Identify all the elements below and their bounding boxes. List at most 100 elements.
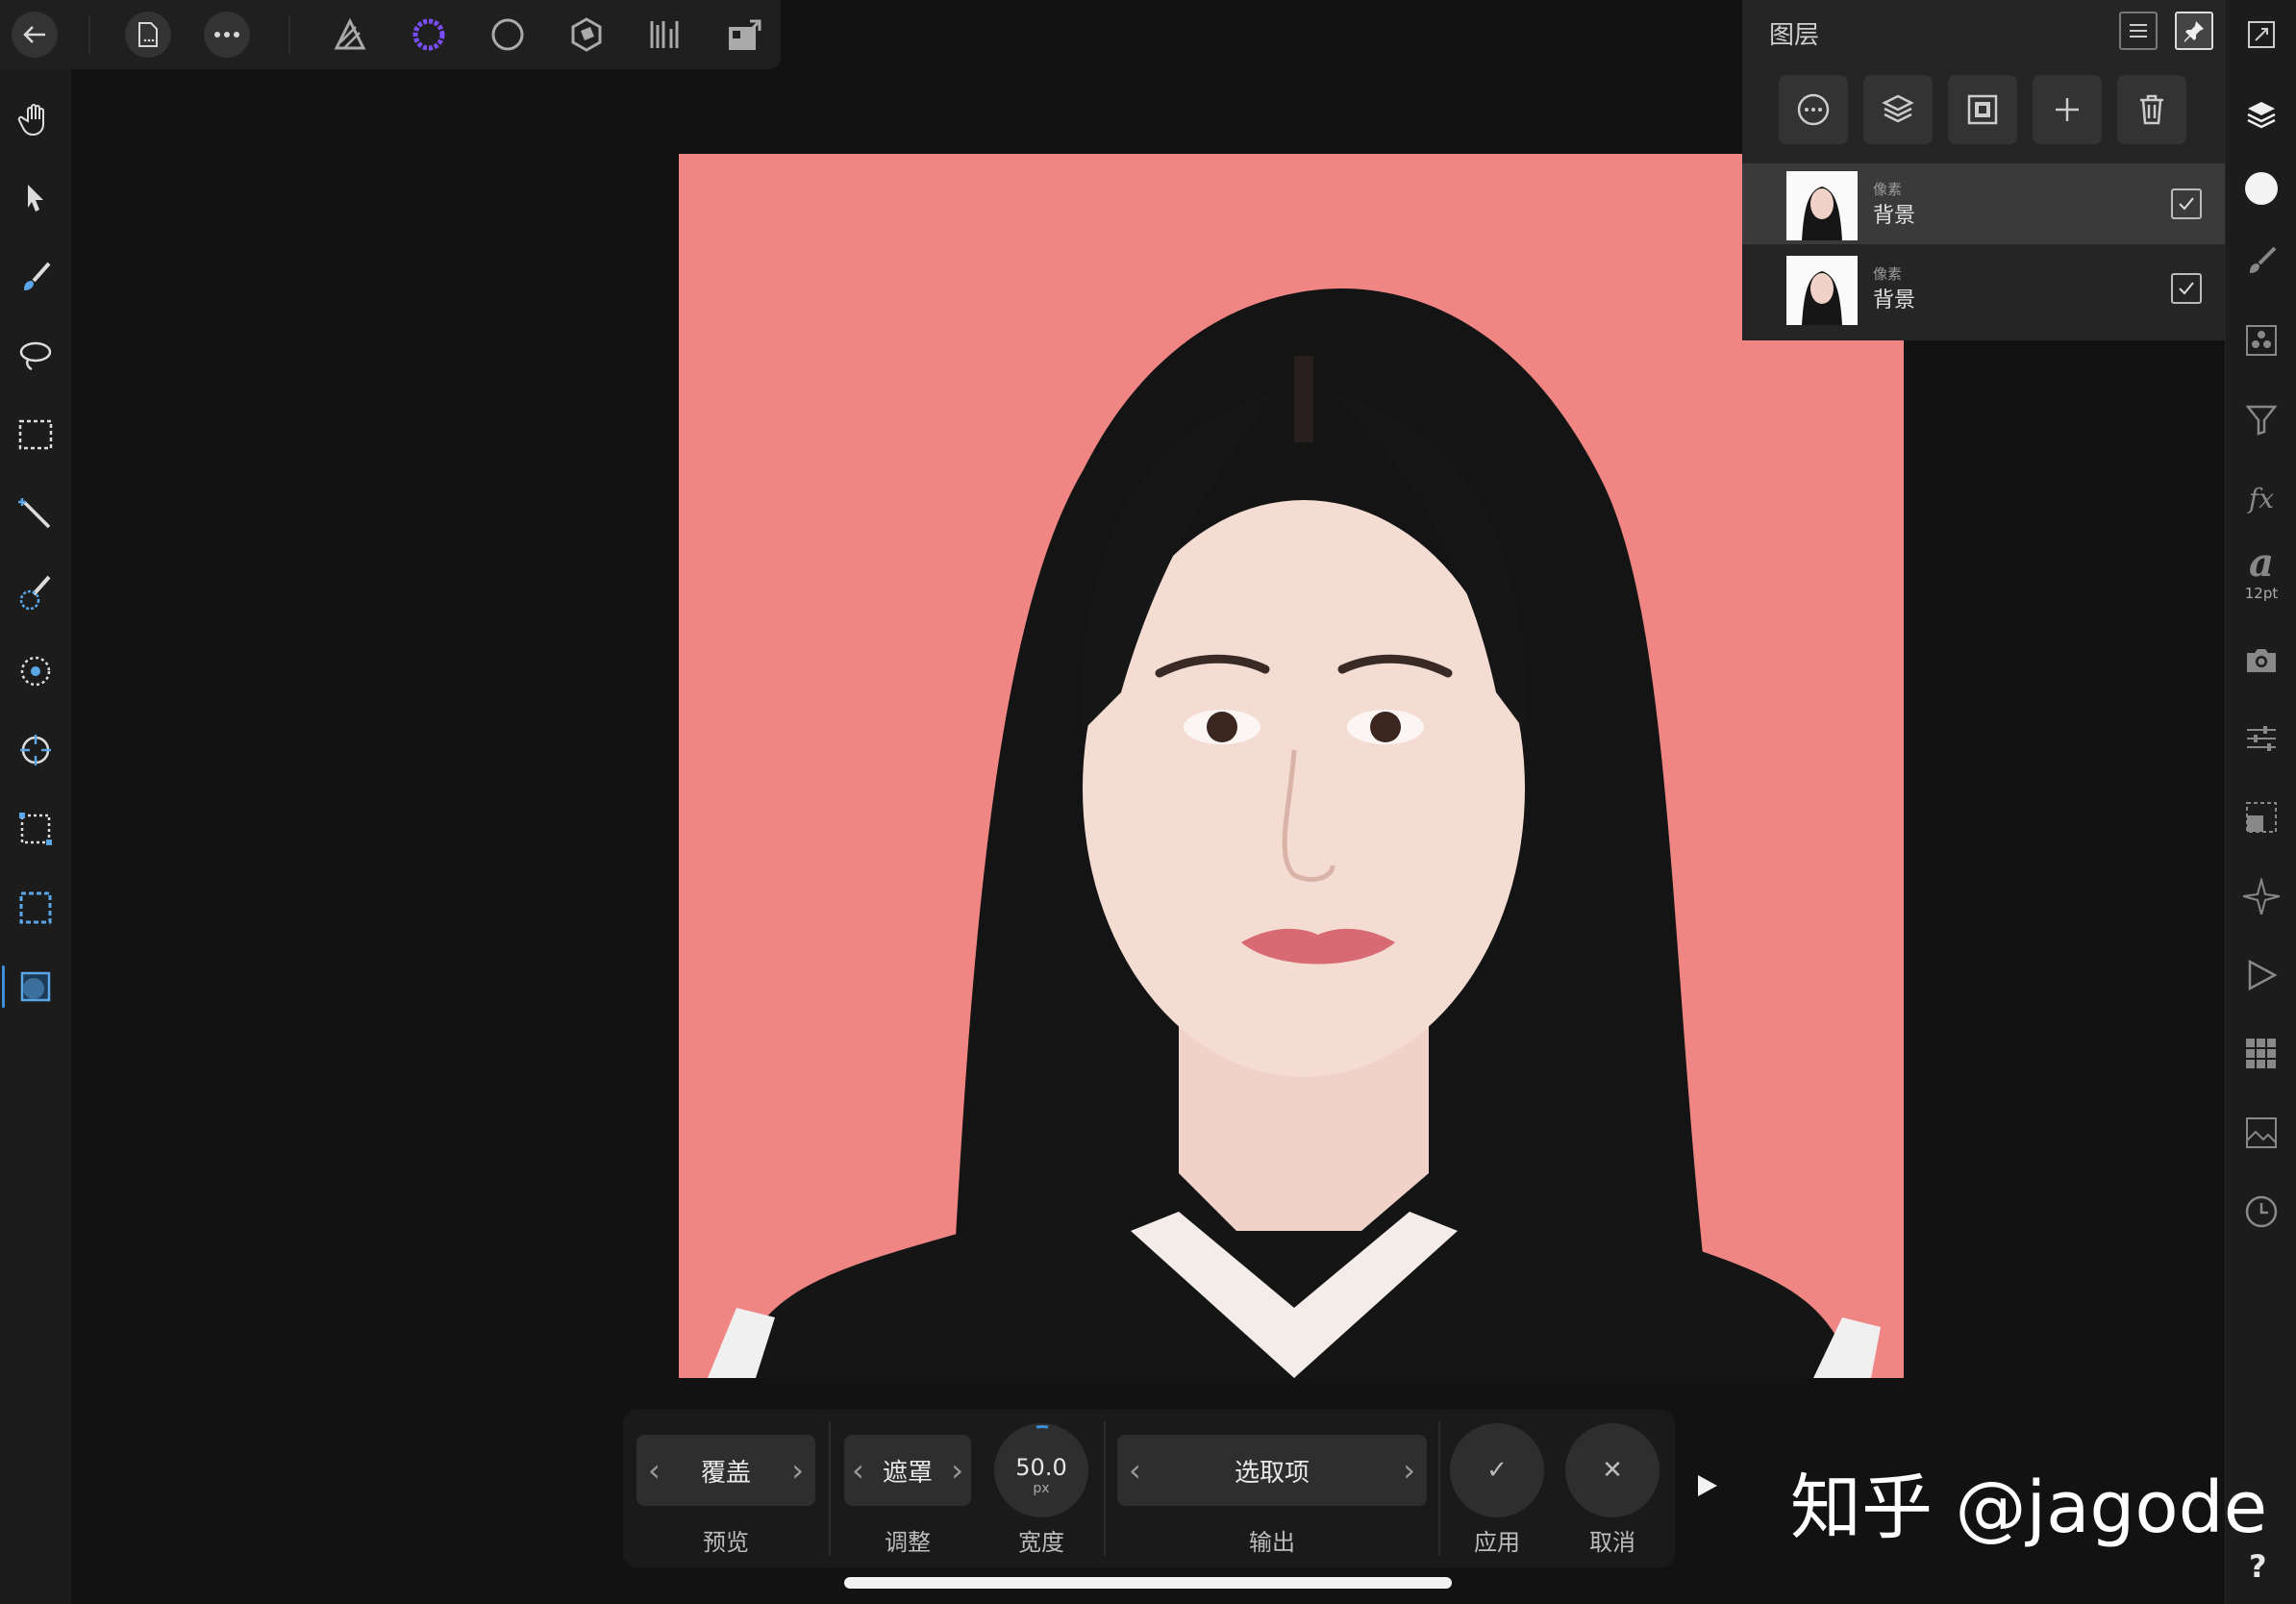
play-icon	[1698, 1475, 1717, 1496]
mask-icon	[1967, 94, 1998, 125]
tools-panel	[0, 69, 71, 1604]
adjust-mode-selector[interactable]: ‹ 遮罩 ›	[844, 1435, 971, 1506]
portrait-photo	[679, 154, 1904, 1378]
lasso-tool[interactable]	[11, 331, 61, 381]
export-persona-button[interactable]	[640, 10, 690, 60]
chevron-left-icon[interactable]: ‹	[1129, 1452, 1141, 1489]
studio-adjustments-button[interactable]	[2236, 394, 2286, 444]
help-button[interactable]: ?	[2249, 1548, 2267, 1585]
layer-type-label: 像素	[1873, 265, 1903, 283]
apply-button[interactable]: ✓	[1450, 1423, 1544, 1517]
studio-channels-button[interactable]	[2236, 315, 2286, 365]
layer-name: 背景	[1873, 288, 1916, 313]
share-icon	[729, 19, 761, 50]
camera-icon	[2247, 649, 2276, 672]
layers-panel: 图层 像素 背景 像素 背景	[1742, 0, 2225, 340]
output-selector[interactable]: ‹ 选取项 ›	[1117, 1435, 1427, 1506]
color-swatch-icon	[2245, 172, 2278, 205]
develop-persona-icon	[491, 18, 524, 51]
delete-layer-button[interactable]	[2117, 75, 2186, 144]
move-tool[interactable]	[11, 173, 61, 223]
sliders-icon	[2247, 726, 2276, 751]
image-icon	[2246, 1117, 2277, 1148]
chevron-right-icon[interactable]: ›	[1403, 1452, 1415, 1489]
refine-selection-icon	[20, 971, 51, 1002]
paint-brush-tool[interactable]	[11, 252, 61, 302]
studio-sliders-button[interactable]	[2236, 714, 2286, 764]
panel-menu-button[interactable]	[2119, 12, 2158, 50]
mask-layer-button[interactable]	[1948, 75, 2017, 144]
checkmark-icon: ✓	[1486, 1456, 1508, 1485]
selection-brush-tool[interactable]	[11, 567, 61, 617]
width-value: 50.0	[1015, 1454, 1067, 1481]
apply-label: 应用	[1474, 1529, 1520, 1556]
clone-icon	[20, 735, 51, 765]
context-toolbar: ‹ 覆盖 › 预览 ‹ 遮罩 › 调整 50.0 px 宽度 ‹ 选取项 › 输…	[623, 1410, 1675, 1567]
toolbar-divider	[288, 15, 290, 54]
document-button[interactable]	[123, 10, 173, 60]
preview-mode-selector[interactable]: ‹ 覆盖 ›	[636, 1435, 815, 1506]
layer-options-button[interactable]	[1779, 75, 1848, 144]
studio-brushes-button[interactable]	[2236, 237, 2286, 287]
tone-mapping-persona-button[interactable]	[562, 10, 611, 60]
studio-camera-button[interactable]	[2236, 635, 2286, 685]
layers-icon	[2247, 102, 2276, 129]
tone-bars-icon	[650, 21, 679, 48]
crop-tool[interactable]	[11, 804, 61, 854]
studio-color-button[interactable]	[2236, 163, 2286, 213]
studio-swatches-button[interactable]	[2236, 1029, 2286, 1079]
width-label: 宽度	[1018, 1529, 1064, 1556]
expand-toolbar-button[interactable]	[1692, 1471, 1721, 1500]
checkmark-icon	[2179, 197, 2194, 211]
back-button[interactable]	[10, 10, 60, 60]
layers-panel-title: 图层	[1769, 21, 1820, 50]
pin-icon	[2184, 21, 2204, 42]
flood-select-tool[interactable]	[11, 489, 61, 539]
liquify-persona-button[interactable]	[404, 10, 454, 60]
retouch-tool[interactable]	[11, 646, 61, 696]
chevron-left-icon[interactable]: ‹	[852, 1452, 864, 1489]
more-button[interactable]	[202, 10, 252, 60]
studio-character-button[interactable]: a 12pt	[2236, 540, 2286, 603]
refine-selection-tool[interactable]	[2, 962, 61, 1012]
studio-fullscreen-button[interactable]	[2236, 10, 2286, 60]
hand-tool[interactable]	[11, 94, 61, 144]
studio-macro-button[interactable]	[2236, 950, 2286, 1000]
studio-transform-button[interactable]	[2236, 792, 2286, 842]
studio-effects-button[interactable]: fx	[2236, 473, 2286, 523]
context-divider	[1104, 1421, 1106, 1556]
rectangular-marquee-icon	[18, 419, 53, 450]
pin-panel-button[interactable]	[2175, 12, 2213, 50]
clone-tool[interactable]	[11, 725, 61, 775]
channels-icon	[2246, 325, 2277, 356]
blemish-icon	[20, 656, 51, 687]
selection-refine-tool[interactable]	[11, 883, 61, 933]
chevron-right-icon[interactable]: ›	[791, 1452, 804, 1489]
marquee-tool[interactable]	[11, 410, 61, 460]
studio-stock-button[interactable]	[2236, 1108, 2286, 1158]
fx-icon: fx	[2248, 482, 2275, 514]
layer-visibility-checkbox[interactable]	[2171, 188, 2202, 219]
fullscreen-icon	[2248, 21, 2275, 48]
chevron-right-icon[interactable]: ›	[951, 1452, 963, 1489]
layer-visibility-checkbox[interactable]	[2171, 273, 2202, 304]
studio-history-button[interactable]	[2236, 1187, 2286, 1237]
chevron-left-icon[interactable]: ‹	[648, 1452, 661, 1489]
studio-navigator-button[interactable]	[2236, 871, 2286, 921]
app-window: 图层 像素 背景 像素 背景 fx a 12pt ? ‹ 覆盖 › 预览 ‹ 遮…	[0, 0, 2296, 1604]
add-layer-button[interactable]	[2033, 75, 2102, 144]
layer-stack-button[interactable]	[1863, 75, 1933, 144]
width-dial[interactable]: 50.0 px	[994, 1423, 1088, 1517]
studio-layers-button[interactable]	[2236, 90, 2286, 140]
layer-row[interactable]: 像素 背景	[1742, 163, 2225, 244]
character-icon: a	[2249, 539, 2274, 586]
home-indicator[interactable]	[844, 1577, 1452, 1589]
develop-persona-button[interactable]	[483, 10, 533, 60]
cancel-button[interactable]: ✕	[1565, 1423, 1660, 1517]
photo-persona-button[interactable]	[325, 10, 375, 60]
document-canvas[interactable]	[679, 154, 1904, 1378]
share-button[interactable]	[719, 10, 769, 60]
character-size-label: 12pt	[2244, 585, 2279, 602]
clock-icon	[2245, 1195, 2278, 1228]
layer-row[interactable]: 像素 背景	[1742, 248, 2225, 329]
